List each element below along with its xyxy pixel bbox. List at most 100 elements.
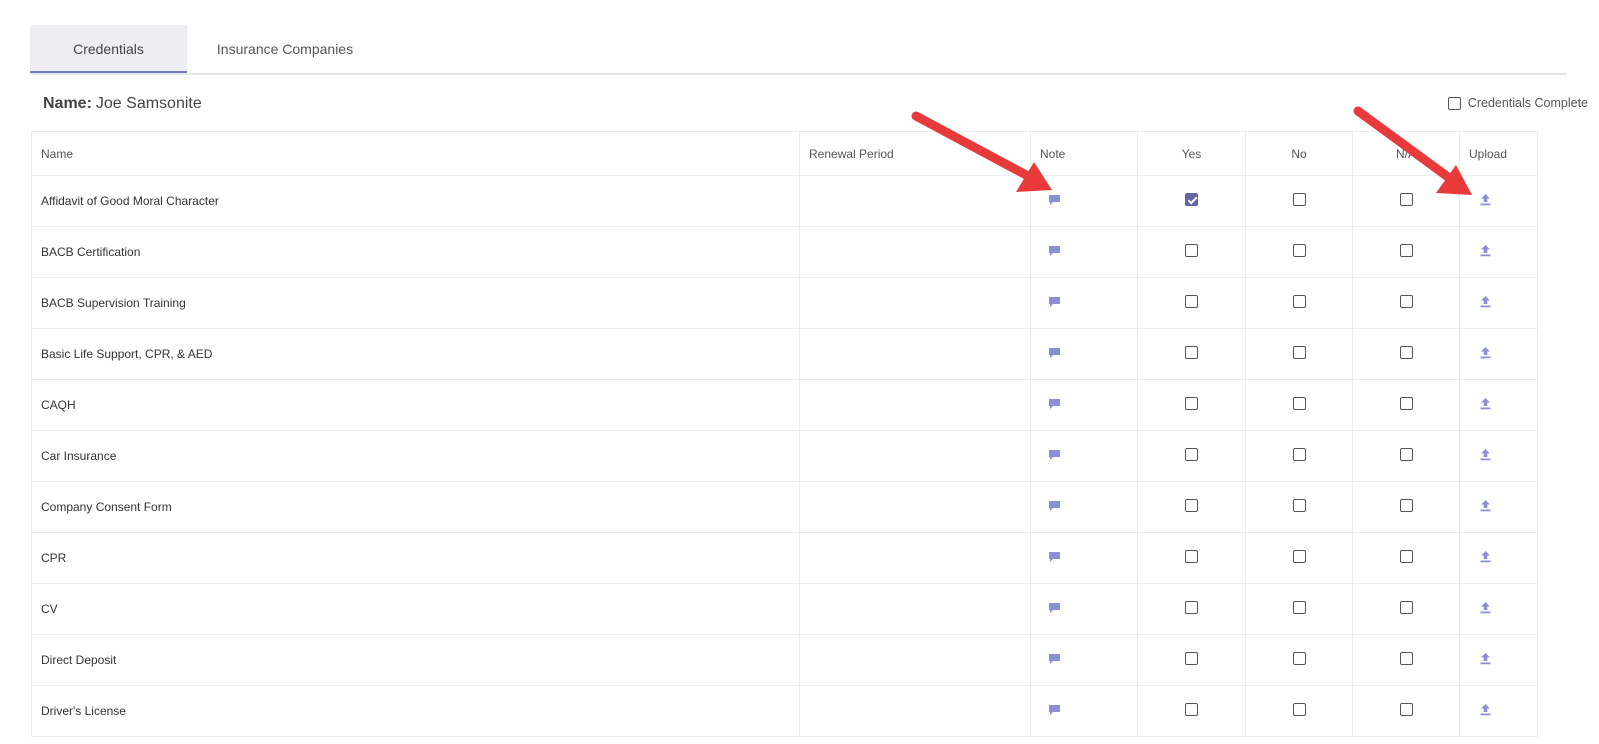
no-checkbox[interactable] [1292, 550, 1306, 563]
na-checkbox[interactable] [1399, 652, 1413, 665]
comment-icon[interactable] [1048, 500, 1061, 515]
note-cell [1030, 685, 1138, 737]
na-checkbox[interactable] [1399, 244, 1413, 257]
renewal-period-cell [799, 532, 1031, 584]
na-checkbox[interactable] [1399, 295, 1413, 308]
column-header-na: N/A [1352, 131, 1460, 176]
na-cell [1352, 634, 1460, 686]
comment-icon[interactable] [1048, 194, 1061, 209]
na-cell [1352, 430, 1460, 482]
no-cell [1245, 277, 1353, 329]
column-header-name[interactable]: Name [31, 131, 800, 176]
upload-icon[interactable] [1479, 601, 1492, 617]
comment-icon[interactable] [1048, 653, 1061, 668]
yes-checkbox[interactable] [1185, 397, 1198, 410]
upload-icon[interactable] [1479, 550, 1492, 566]
comment-icon[interactable] [1048, 296, 1061, 311]
na-checkbox[interactable] [1399, 499, 1413, 512]
table-row: Driver's License [31, 685, 1538, 737]
upload-cell [1459, 430, 1538, 482]
no-checkbox[interactable] [1292, 346, 1306, 359]
no-checkbox[interactable] [1292, 601, 1306, 614]
na-checkbox[interactable] [1399, 193, 1413, 206]
yes-checkbox[interactable] [1185, 499, 1198, 512]
no-checkbox[interactable] [1292, 652, 1306, 665]
na-cell [1352, 685, 1460, 737]
credential-name: CPR [31, 532, 800, 584]
no-checkbox[interactable] [1292, 295, 1306, 308]
yes-cell [1137, 532, 1246, 584]
upload-icon[interactable] [1479, 346, 1492, 362]
na-checkbox[interactable] [1399, 703, 1413, 716]
na-checkbox[interactable] [1399, 448, 1413, 461]
yes-checkbox[interactable] [1185, 346, 1198, 359]
upload-cell [1459, 226, 1538, 278]
comment-icon[interactable] [1048, 551, 1061, 566]
comment-icon[interactable] [1048, 347, 1061, 362]
na-cell [1352, 175, 1460, 227]
tab-credentials[interactable]: Credentials [30, 25, 187, 73]
comment-icon[interactable] [1048, 449, 1061, 464]
yes-checkbox[interactable] [1185, 703, 1198, 716]
no-cell [1245, 175, 1353, 227]
credential-name: Affidavit of Good Moral Character [31, 175, 800, 227]
no-checkbox[interactable] [1292, 244, 1306, 257]
table-row: Car Insurance [31, 430, 1538, 482]
upload-cell [1459, 583, 1538, 635]
column-header-note: Note [1030, 131, 1138, 176]
yes-checkbox[interactable] [1185, 601, 1198, 614]
table-row: Company Consent Form [31, 481, 1538, 533]
table-row: CPR [31, 532, 1538, 584]
upload-icon[interactable] [1479, 499, 1492, 515]
no-cell [1245, 430, 1353, 482]
credential-name: Basic Life Support, CPR, & AED [31, 328, 800, 380]
upload-cell [1459, 328, 1538, 380]
na-checkbox[interactable] [1399, 550, 1413, 563]
credentials-complete-checkbox[interactable] [1447, 96, 1461, 110]
renewal-period-cell [799, 379, 1031, 431]
tab-insurance-companies[interactable]: Insurance Companies [200, 25, 370, 73]
na-cell [1352, 532, 1460, 584]
upload-icon[interactable] [1479, 397, 1492, 413]
comment-icon[interactable] [1048, 704, 1061, 719]
renewal-period-cell [799, 277, 1031, 329]
yes-cell [1137, 277, 1246, 329]
no-checkbox[interactable] [1292, 703, 1306, 716]
renewal-period-cell [799, 481, 1031, 533]
yes-checkbox[interactable] [1185, 295, 1198, 308]
no-checkbox[interactable] [1292, 499, 1306, 512]
yes-checkbox[interactable] [1185, 244, 1198, 257]
renewal-period-cell [799, 175, 1031, 227]
no-checkbox[interactable] [1292, 448, 1306, 461]
yes-checkbox[interactable] [1185, 193, 1198, 206]
upload-icon[interactable] [1479, 448, 1492, 464]
name-value: Joe Samsonite [95, 95, 202, 112]
na-checkbox[interactable] [1399, 397, 1413, 410]
yes-cell [1137, 481, 1246, 533]
renewal-period-cell [799, 430, 1031, 482]
comment-icon[interactable] [1048, 245, 1061, 260]
no-cell [1245, 583, 1353, 635]
credentials-complete-toggle[interactable]: Credentials Complete [1447, 96, 1588, 110]
no-cell [1245, 634, 1353, 686]
upload-icon[interactable] [1479, 193, 1492, 209]
note-cell [1030, 175, 1138, 227]
yes-checkbox[interactable] [1185, 448, 1198, 461]
no-checkbox[interactable] [1292, 397, 1306, 410]
column-header-yes: Yes [1137, 131, 1246, 176]
comment-icon[interactable] [1048, 602, 1061, 617]
na-checkbox[interactable] [1399, 601, 1413, 614]
upload-icon[interactable] [1479, 652, 1492, 668]
upload-icon[interactable] [1479, 703, 1492, 719]
no-checkbox[interactable] [1292, 193, 1306, 206]
na-cell [1352, 277, 1460, 329]
comment-icon[interactable] [1048, 398, 1061, 413]
column-header-renewal-period[interactable]: Renewal Period [799, 131, 1031, 176]
yes-checkbox[interactable] [1185, 652, 1198, 665]
upload-icon[interactable] [1479, 244, 1492, 260]
renewal-period-cell [799, 634, 1031, 686]
yes-checkbox[interactable] [1185, 550, 1198, 563]
upload-icon[interactable] [1479, 295, 1492, 311]
na-checkbox[interactable] [1399, 346, 1413, 359]
renewal-period-cell [799, 226, 1031, 278]
